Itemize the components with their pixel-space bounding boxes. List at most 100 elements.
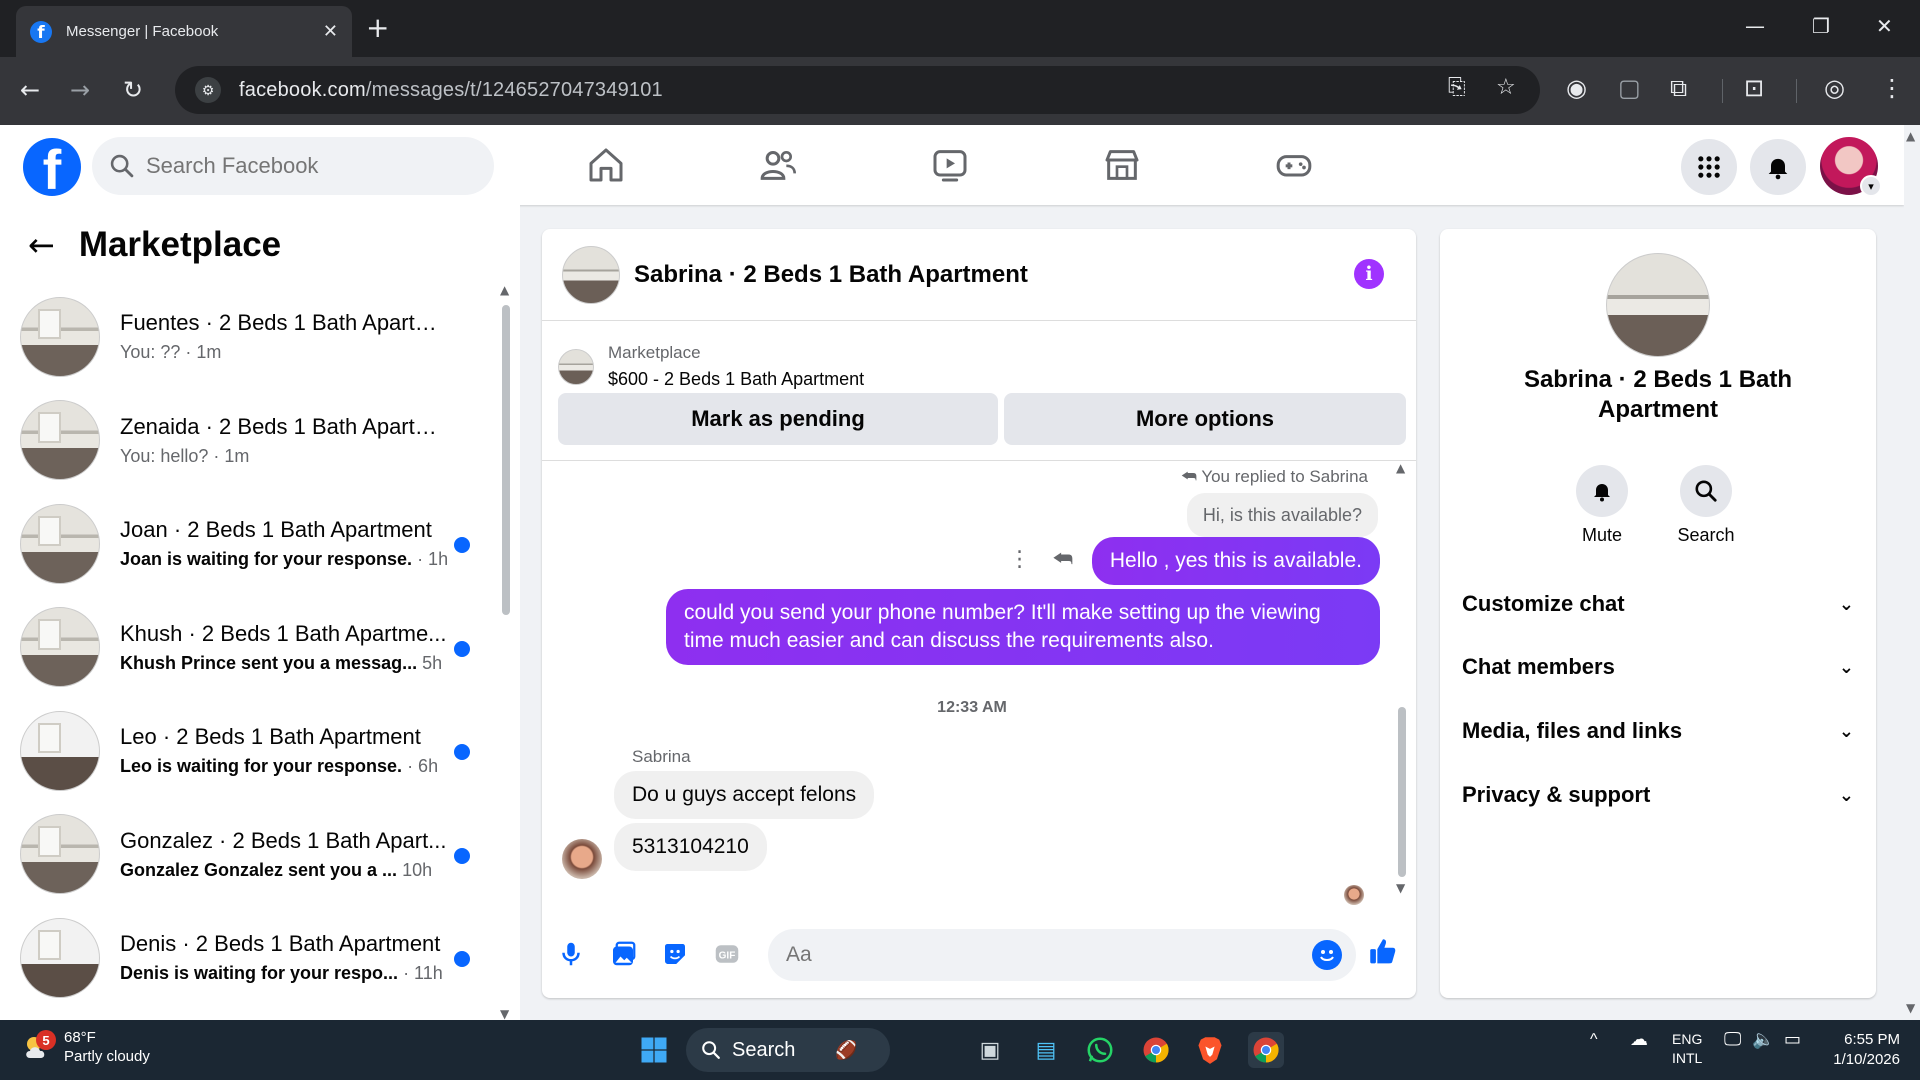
account-avatar[interactable]: ▾ <box>1820 137 1882 197</box>
page-scrollbar[interactable]: ▲ ▼ <box>1904 125 1920 1020</box>
conversation-item[interactable]: Fuentes · 2 Beds 1 Bath Apartment You: ??… <box>20 285 490 389</box>
marketplace-icon[interactable] <box>1102 145 1146 189</box>
tab-close-icon[interactable]: ✕ <box>323 21 338 42</box>
install-app-icon[interactable]: ⎘ <box>1448 75 1466 100</box>
their-message-bubble[interactable]: 5313104210 <box>614 823 767 871</box>
photo-icon[interactable] <box>608 939 638 969</box>
windows-start-icon[interactable] <box>636 1032 672 1068</box>
message-timestamp: 12:33 AM <box>937 699 1007 716</box>
video-icon[interactable] <box>930 145 974 189</box>
task-view-icon[interactable]: ▣ <box>972 1032 1008 1068</box>
reply-icon[interactable]: ⮪ <box>1053 547 1073 572</box>
conversation-name: Fuentes · 2 Beds 1 Bath Apartment <box>120 310 450 336</box>
notepad-icon[interactable]: ▤ <box>1028 1032 1064 1068</box>
gaming-icon[interactable] <box>1274 145 1318 189</box>
network-icon[interactable]: 🖵 <box>1724 1030 1741 1049</box>
restore-icon[interactable]: ❐ <box>1812 14 1830 38</box>
message-input-box[interactable] <box>768 929 1356 981</box>
tab-search-icon[interactable]: ⊡ <box>1744 74 1764 102</box>
show-hidden-icons[interactable]: ^ <box>1590 1030 1598 1049</box>
weather-widget[interactable]: 5 68°F Partly cloudy <box>22 1028 150 1066</box>
listing-title[interactable]: $600 - 2 Beds 1 Bath Apartment <box>608 369 864 390</box>
more-options-button[interactable]: More options <box>1004 393 1406 445</box>
extension-record-icon[interactable]: ◉ <box>1566 74 1587 102</box>
new-tab-icon[interactable]: + <box>366 12 389 44</box>
my-message-bubble[interactable]: could you send your phone number? It'll … <box>666 589 1380 665</box>
chat-members-row[interactable]: Chat members ⌄ <box>1462 642 1854 692</box>
conversation-item[interactable]: Gonzalez · 2 Beds 1 Bath Apart... Gonzale… <box>20 803 490 907</box>
volume-icon[interactable]: 🔈 <box>1752 1030 1774 1049</box>
contact-avatar[interactable] <box>1606 253 1710 357</box>
conversation-item[interactable]: Joan · 2 Beds 1 Bath Apartment Joan is wa… <box>20 492 490 596</box>
like-thumb-icon[interactable] <box>1366 935 1400 969</box>
conversation-item[interactable]: Zenaida · 2 Beds 1 Bath Apartme... You: h… <box>20 389 490 493</box>
whatsapp-icon[interactable] <box>1082 1032 1118 1068</box>
minimize-icon[interactable]: — <box>1745 14 1765 38</box>
browser-tab[interactable]: f Messenger | Facebook ✕ <box>16 6 352 57</box>
chrome-icon[interactable] <box>1138 1032 1174 1068</box>
battery-icon[interactable]: ▭ <box>1784 1030 1801 1049</box>
conversation-time: 5h <box>417 652 443 673</box>
sender-avatar[interactable] <box>562 839 602 879</box>
my-message-bubble[interactable]: Hello , yes this is available. <box>1091 537 1380 585</box>
chrome-profile-icon[interactable] <box>1248 1032 1284 1068</box>
reload-icon[interactable]: ↻ <box>123 75 143 105</box>
chat-scrollbar[interactable]: ▲ ▼ <box>1396 461 1408 901</box>
brave-icon[interactable] <box>1192 1032 1228 1068</box>
conversation-item[interactable]: Leo · 2 Beds 1 Bath Apartment Leo is wait… <box>20 699 490 803</box>
gif-icon[interactable]: GIF <box>712 939 742 969</box>
extensions-puzzle-icon[interactable]: ⧉ <box>1670 74 1687 102</box>
privacy-support-row[interactable]: Privacy & support ⌄ <box>1462 770 1854 820</box>
chat-avatar[interactable] <box>562 245 620 304</box>
emoji-icon[interactable] <box>1312 940 1342 970</box>
window-close-icon[interactable]: ✕ <box>1876 14 1893 38</box>
onedrive-icon[interactable]: ☁ <box>1630 1030 1648 1049</box>
conversation-item[interactable]: Khush · 2 Beds 1 Bath Apartme... Khush Pr… <box>20 596 490 700</box>
scroll-up-icon[interactable]: ▲ <box>1906 129 1915 143</box>
conversation-name: Leo · 2 Beds 1 Bath Apartment <box>120 724 421 750</box>
sidebar-scrollbar[interactable]: ▲ ▼ <box>500 283 512 1021</box>
listing-thumbnail[interactable] <box>558 348 594 385</box>
site-info-icon[interactable]: ⚙ <box>195 77 221 103</box>
friends-icon[interactable] <box>758 145 802 189</box>
scroll-down-icon[interactable]: ▼ <box>1906 1001 1915 1015</box>
more-actions-icon[interactable]: ⋮ <box>1009 547 1031 572</box>
media-files-links-row[interactable]: Media, files and links ⌄ <box>1462 706 1854 756</box>
browser-menu-icon[interactable]: ⋮ <box>1880 74 1904 102</box>
scrollbar-thumb[interactable] <box>1398 707 1406 877</box>
home-icon[interactable] <box>586 145 630 189</box>
customize-chat-row[interactable]: Customize chat ⌄ <box>1462 579 1854 629</box>
search-in-chat-button[interactable]: Search <box>1666 465 1746 546</box>
facebook-search-input[interactable] <box>146 153 476 179</box>
profile-icon[interactable]: ◎ <box>1824 74 1845 102</box>
conversation-item[interactable]: Denis · 2 Beds 1 Bath Apartment Denis is … <box>20 906 490 1010</box>
scroll-down-icon[interactable]: ▼ <box>500 1007 509 1021</box>
mute-button[interactable]: Mute <box>1562 465 1642 546</box>
info-icon[interactable]: i <box>1354 259 1384 289</box>
address-bar[interactable]: ⚙ facebook.com/messages/t/12465270473491… <box>175 66 1540 114</box>
conversation-snippet: You: ?? · 1m <box>120 342 222 363</box>
sticker-icon[interactable] <box>660 939 690 969</box>
scrollbar-thumb[interactable] <box>502 305 510 615</box>
forward-icon[interactable]: → <box>70 75 90 105</box>
scroll-up-icon[interactable]: ▲ <box>500 283 509 297</box>
language-indicator[interactable]: ENG INTL <box>1672 1030 1702 1068</box>
notifications-bell-icon[interactable] <box>1750 139 1806 195</box>
system-clock[interactable]: 6:55 PM 1/10/2026 <box>1820 1030 1900 1070</box>
back-icon[interactable]: ← <box>20 75 40 105</box>
bookmark-star-icon[interactable]: ☆ <box>1496 75 1516 100</box>
mark-as-pending-button[interactable]: Mark as pending <box>558 393 998 445</box>
scroll-down-icon[interactable]: ▼ <box>1396 881 1405 895</box>
microphone-icon[interactable] <box>556 939 586 969</box>
their-message-bubble[interactable]: Do u guys accept felons <box>614 771 875 819</box>
chat-title[interactable]: Sabrina · 2 Beds 1 Bath Apartment <box>634 261 1028 289</box>
scroll-up-icon[interactable]: ▲ <box>1396 461 1405 475</box>
menu-grid-icon[interactable] <box>1681 139 1737 195</box>
facebook-logo-icon[interactable]: f <box>23 138 81 196</box>
quoted-message[interactable]: Hi, is this available? <box>1186 493 1378 537</box>
extension-bag-icon[interactable]: ▢ <box>1618 74 1641 102</box>
taskbar-search[interactable]: Search 🏈 <box>686 1028 890 1072</box>
back-arrow-icon[interactable]: ← <box>28 226 55 264</box>
facebook-search[interactable] <box>92 137 494 195</box>
message-input[interactable] <box>786 943 1276 967</box>
